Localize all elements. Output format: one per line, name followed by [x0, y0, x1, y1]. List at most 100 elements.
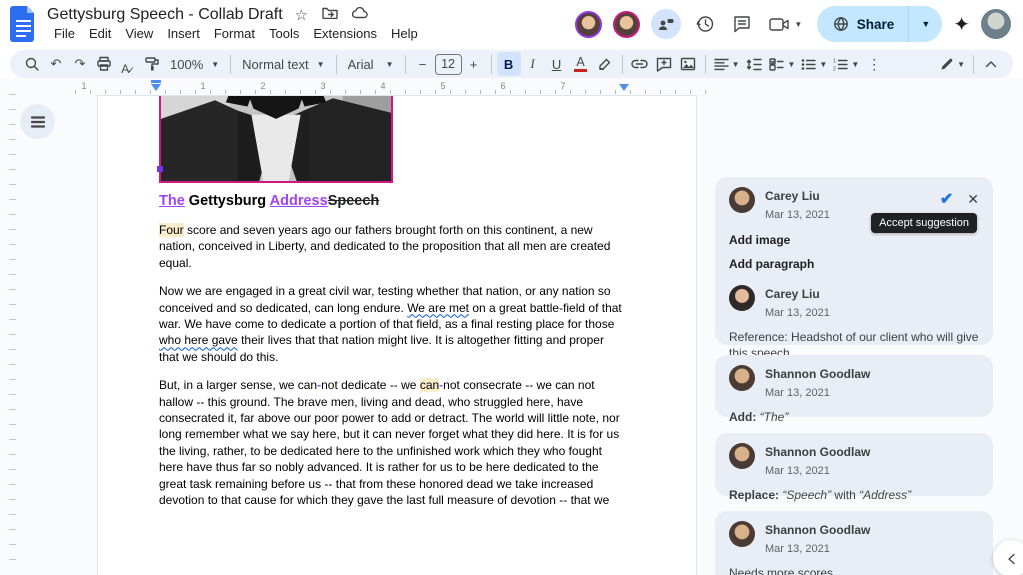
document-page[interactable]: The Gettysburg AddressSpeech Four score …	[97, 95, 697, 575]
print-icon[interactable]	[92, 52, 116, 76]
body-text: But, in a larger sense, we can	[159, 378, 318, 393]
paragraph-1: Four score and seven years ago our fathe…	[159, 222, 625, 271]
comment-author: Shannon Goodlaw	[765, 367, 871, 381]
ruler-number: 3	[320, 81, 326, 91]
document-title[interactable]: Gettysburg Speech - Collab Draft	[47, 6, 283, 24]
meet-video-icon[interactable]: ▼	[766, 11, 806, 37]
google-docs-icon[interactable]	[10, 6, 37, 42]
italic-button[interactable]: I	[521, 52, 545, 76]
menu-insert[interactable]: Insert	[160, 25, 207, 42]
suggestion-card-carey[interactable]: Carey Liu Mar 13, 2021 ✔ ✕ Add image Add…	[715, 177, 993, 360]
accept-suggestion-button[interactable]: ✔	[940, 189, 953, 209]
menu-extensions[interactable]: Extensions	[306, 25, 384, 42]
suggested-deletion: Speech	[327, 193, 380, 209]
bulleted-list-select[interactable]: ▼	[798, 52, 830, 76]
share-button[interactable]: Share ▼	[816, 6, 943, 42]
join-call-chip[interactable]	[650, 9, 681, 39]
redo-icon[interactable]: ↷	[68, 52, 92, 76]
document-text[interactable]: The Gettysburg AddressSpeech Four score …	[159, 192, 625, 509]
collaborator-avatar-1[interactable]	[574, 10, 602, 38]
insert-link-icon[interactable]	[628, 52, 652, 76]
svg-text:2: 2	[833, 66, 836, 71]
accept-suggestion-tooltip: Accept suggestion	[871, 213, 977, 233]
suggestion-card-replace[interactable]: Shannon Goodlaw Mar 13, 2021 Replace: “S…	[715, 433, 993, 502]
gemini-spark-icon[interactable]: ✦	[953, 12, 970, 37]
font-size-input[interactable]	[434, 53, 462, 75]
zoom-select[interactable]: 100% ▼	[164, 52, 225, 76]
align-select[interactable]: ▼	[711, 52, 743, 76]
menu-help[interactable]: Help	[384, 25, 425, 42]
star-icon[interactable]: ☆	[295, 6, 308, 24]
menu-file[interactable]: File	[47, 25, 82, 42]
add-comment-icon[interactable]	[652, 52, 676, 76]
comment-author: Shannon Goodlaw	[765, 445, 871, 459]
menu-edit[interactable]: Edit	[82, 25, 118, 42]
account-avatar[interactable]	[981, 9, 1011, 39]
paragraph-style-select[interactable]: Normal text ▼	[236, 52, 330, 76]
suggestion-action: Add paragraph	[729, 257, 815, 271]
right-indent-marker[interactable]	[619, 84, 629, 91]
avatar	[729, 365, 755, 391]
insert-image-icon[interactable]	[676, 52, 700, 76]
suggestion-quote: “The”	[759, 410, 789, 424]
undo-icon[interactable]: ↶	[44, 52, 68, 76]
version-history-icon[interactable]	[692, 11, 718, 37]
horizontal-ruler[interactable]: 1 1 2 3 4 5 6 7	[75, 80, 707, 95]
suggestion-action: Add image	[729, 233, 791, 247]
line-spacing-icon[interactable]	[742, 52, 766, 76]
font-select[interactable]: Arial ▼	[342, 52, 400, 76]
editing-mode-select[interactable]: ▼	[937, 52, 968, 76]
share-dropdown[interactable]: ▼	[908, 6, 942, 42]
comment-card-scores[interactable]: Shannon Goodlaw Mar 13, 2021 Needs more …	[715, 511, 993, 575]
suggestion-verb: Replace:	[729, 488, 780, 502]
reject-suggestion-button[interactable]: ✕	[967, 191, 979, 208]
spellcheck-icon[interactable]: A ✓	[116, 52, 140, 76]
comment-date: Mar 13, 2021	[765, 543, 830, 555]
more-toolbar-options[interactable]: ⋮	[862, 52, 886, 76]
first-line-indent-marker[interactable]	[151, 84, 161, 91]
search-menus-icon[interactable]	[20, 52, 44, 76]
ruler-number: 2	[260, 81, 266, 91]
collapse-toolbar-icon[interactable]	[979, 52, 1003, 76]
move-folder-icon[interactable]	[322, 6, 338, 24]
menu-tools[interactable]: Tools	[262, 25, 306, 42]
menu-format[interactable]: Format	[207, 25, 262, 42]
menu-view[interactable]: View	[118, 25, 160, 42]
bold-button[interactable]: B	[496, 52, 521, 76]
document-heading: The Gettysburg AddressSpeech	[159, 192, 625, 210]
heading-text: Gettysburg	[184, 193, 270, 209]
paragraph-3: But, in a larger sense, we can-not dedic…	[159, 377, 625, 508]
top-bar: Gettysburg Speech - Collab Draft ☆ File …	[0, 0, 1023, 48]
comment-highlight[interactable]: Four	[159, 223, 184, 237]
share-label: Share	[856, 16, 895, 32]
suggestion-quote: “Speech”	[782, 488, 832, 502]
highlight-color-icon[interactable]	[593, 52, 617, 76]
suggestion-verb: Add:	[729, 410, 757, 424]
checklist-select[interactable]: ▼	[766, 52, 798, 76]
text-color-button[interactable]: A	[569, 52, 593, 76]
comment-text: Needs more scores	[729, 566, 834, 575]
left-indent-marker[interactable]	[151, 80, 161, 83]
show-outline-button[interactable]	[20, 104, 55, 139]
ruler-number: 6	[500, 81, 506, 91]
ruler-number: 1	[200, 81, 206, 91]
avatar	[729, 443, 755, 469]
outline-icon	[30, 115, 45, 128]
comment-highlight[interactable]: can	[419, 378, 440, 393]
decrease-font-size-button[interactable]: −	[411, 52, 435, 76]
comment-author: Carey Liu	[765, 189, 820, 203]
grammar-suggestion[interactable]: We are met	[407, 301, 469, 315]
cloud-saved-icon[interactable]	[352, 6, 369, 24]
underline-button[interactable]: U	[545, 52, 569, 76]
suggested-inline-image[interactable]	[157, 96, 393, 183]
image-selection-handle[interactable]	[157, 166, 163, 172]
numbered-list-select[interactable]: 1 2 ▼	[830, 52, 862, 76]
grammar-suggestion[interactable]: who here gave	[159, 333, 238, 347]
paint-format-icon[interactable]	[140, 52, 164, 76]
increase-font-size-button[interactable]: +	[462, 52, 486, 76]
suggested-insertion: The	[159, 193, 185, 209]
hide-comments-button[interactable]	[993, 540, 1023, 575]
collaborator-avatar-2[interactable]	[612, 10, 640, 38]
comments-icon[interactable]	[729, 11, 755, 37]
suggestion-card-add-the[interactable]: Shannon Goodlaw Mar 13, 2021 Add: “The”	[715, 355, 993, 424]
